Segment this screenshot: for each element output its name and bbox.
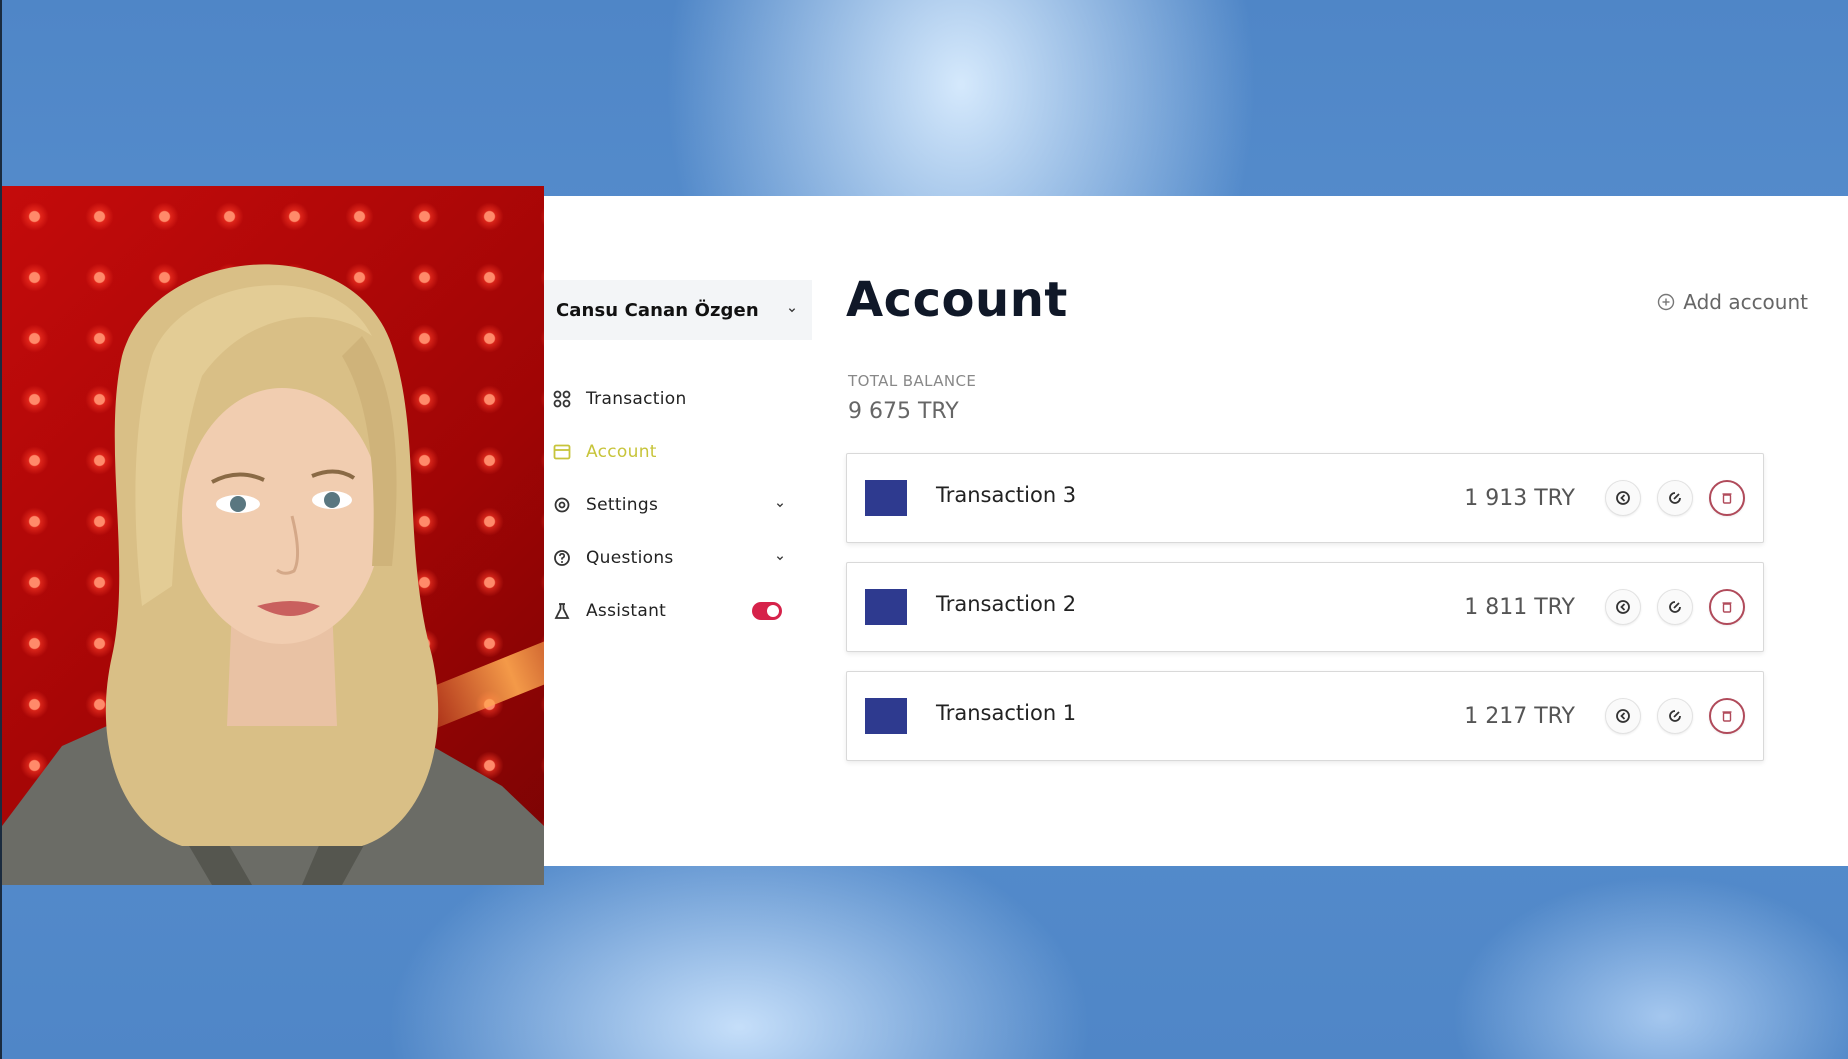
app-window: Cansu Canan Özgen Transaction Account Se… — [544, 196, 1848, 866]
sidebar-item-questions[interactable]: Questions — [552, 531, 792, 584]
edit-button[interactable] — [1657, 480, 1693, 516]
sidebar-item-account[interactable]: Account — [552, 425, 792, 478]
transaction-amount: 1 217 TRY — [1464, 703, 1575, 729]
sidebar-item-settings[interactable]: Settings — [552, 478, 792, 531]
sidebar-item-label: Questions — [586, 547, 674, 568]
transaction-name: Transaction 2 — [936, 592, 1077, 616]
sidebar-nav: Transaction Account Settings Questions A… — [552, 372, 792, 637]
transaction-amount: 1 811 TRY — [1464, 594, 1575, 620]
total-balance-label: TOTAL BALANCE — [848, 372, 977, 390]
edit-button[interactable] — [1657, 698, 1693, 734]
view-button[interactable] — [1605, 589, 1641, 625]
sidebar: Cansu Canan Özgen Transaction Account Se… — [544, 196, 814, 866]
question-icon — [552, 548, 572, 568]
view-icon — [1616, 600, 1630, 614]
account-color-swatch — [865, 480, 907, 516]
sidebar-item-label: Assistant — [586, 600, 667, 621]
sidebar-item-transaction[interactable]: Transaction — [552, 372, 792, 425]
transaction-row[interactable]: Transaction 1 1 217 TRY — [846, 671, 1764, 761]
edit-icon — [1669, 601, 1681, 613]
chevron-down-icon — [788, 306, 796, 314]
gear-icon — [552, 495, 572, 515]
main-content: Account Add account TOTAL BALANCE 9 675 … — [846, 196, 1846, 866]
add-account-button[interactable]: Add account — [1657, 290, 1808, 314]
view-button[interactable] — [1605, 698, 1641, 734]
view-button[interactable] — [1605, 480, 1641, 516]
transaction-row[interactable]: Transaction 2 1 811 TRY — [846, 562, 1764, 652]
transaction-row[interactable]: Transaction 3 1 913 TRY — [846, 453, 1764, 543]
delete-button[interactable] — [1709, 698, 1745, 734]
user-select[interactable]: Cansu Canan Özgen — [544, 280, 812, 340]
trash-icon — [1722, 711, 1732, 722]
sidebar-item-label: Transaction — [586, 388, 687, 409]
sidebar-item-label: Settings — [586, 494, 659, 515]
assistant-toggle[interactable] — [752, 601, 782, 620]
delete-button[interactable] — [1709, 589, 1745, 625]
total-balance-value: 9 675 TRY — [848, 399, 959, 424]
delete-button[interactable] — [1709, 480, 1745, 516]
view-icon — [1616, 709, 1630, 723]
transaction-name: Transaction 1 — [936, 701, 1077, 725]
plus-circle-icon — [1657, 293, 1675, 311]
edit-icon — [1669, 492, 1681, 504]
trash-icon — [1722, 602, 1732, 613]
sidebar-item-assistant[interactable]: Assistant — [552, 584, 792, 637]
page-title: Account — [846, 272, 1068, 328]
add-account-label: Add account — [1683, 290, 1808, 314]
account-color-swatch — [865, 589, 907, 625]
user-name: Cansu Canan Özgen — [556, 299, 759, 321]
sidebar-item-label: Account — [586, 441, 657, 462]
chevron-down-icon — [776, 554, 784, 562]
trash-icon — [1722, 493, 1732, 504]
chevron-down-icon — [776, 501, 784, 509]
transaction-name: Transaction 3 — [936, 483, 1077, 507]
presenter-video — [2, 186, 544, 885]
account-color-swatch — [865, 698, 907, 734]
grid-icon — [552, 389, 572, 409]
presenter-figure — [2, 264, 544, 885]
edit-button[interactable] — [1657, 589, 1693, 625]
flask-icon — [552, 601, 572, 621]
edit-icon — [1669, 710, 1681, 722]
card-icon — [552, 442, 572, 462]
view-icon — [1616, 491, 1630, 505]
transaction-amount: 1 913 TRY — [1464, 485, 1575, 511]
transaction-list: Transaction 3 1 913 TRY Transaction 2 1 … — [846, 453, 1764, 780]
